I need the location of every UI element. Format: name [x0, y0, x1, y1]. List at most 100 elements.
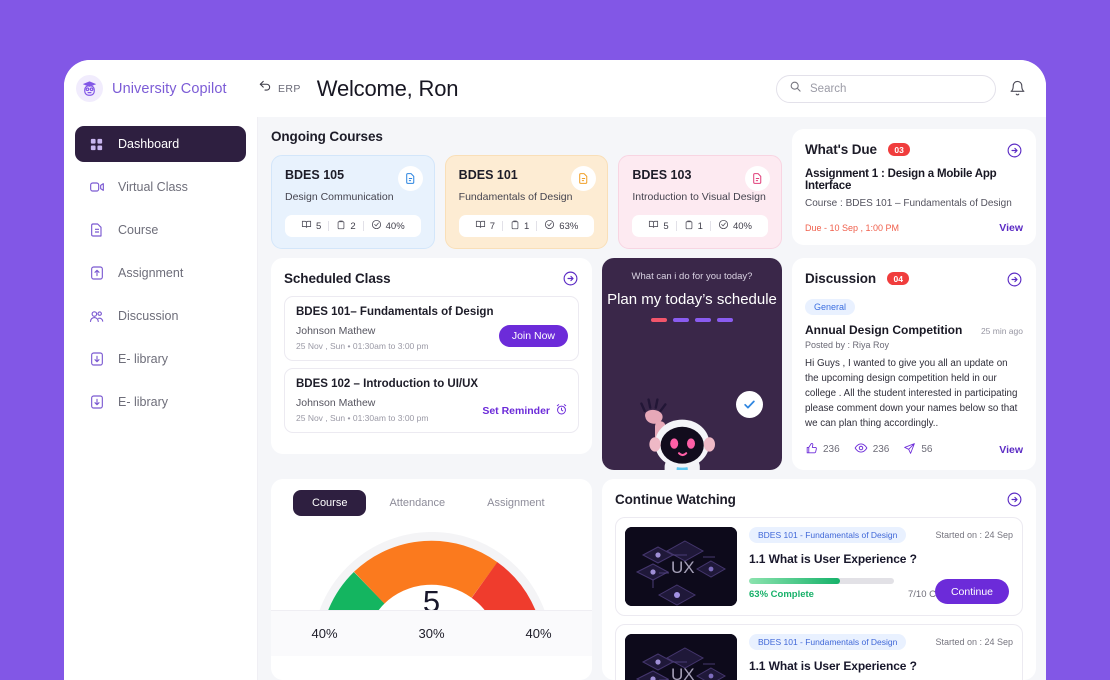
watch-course-chip: BDES 101 - Fundamentals of Design: [749, 527, 907, 544]
tab-assignment[interactable]: Assignment: [468, 490, 563, 516]
sidebar-item-e-library-2[interactable]: E- library: [75, 384, 246, 420]
watch-lesson-title: 1.1 What is User Experience ?: [749, 552, 917, 567]
brand[interactable]: University Copilot: [64, 75, 258, 102]
progress-percent-label: 63% Complete: [749, 589, 814, 601]
share-stat[interactable]: 56: [903, 442, 933, 458]
set-reminder-button[interactable]: Set Reminder: [482, 403, 568, 419]
watch-item[interactable]: UX BDES 101 - Fundamentals of Design Sta…: [615, 624, 1023, 680]
view-assignment-link[interactable]: View: [999, 222, 1023, 234]
discussion-post-title: Annual Design Competition: [805, 323, 963, 337]
check-circle-icon: [371, 219, 382, 233]
like-stat[interactable]: 236: [805, 442, 840, 458]
clipboard-icon: [336, 220, 346, 233]
whats-due-count-badge: 03: [888, 143, 910, 157]
ongoing-courses-list: BDES 105 Design Communication 5 2 40% BD…: [271, 155, 783, 249]
check-circle-icon: [544, 219, 555, 233]
scheduled-class-item: BDES 102 – Introduction to UI/UX Johnson…: [284, 368, 579, 433]
course-card[interactable]: BDES 103 Introduction to Visual Design 5…: [618, 155, 783, 249]
sidebar-item-discussion[interactable]: Discussion: [75, 298, 246, 334]
arrow-right-circle-icon[interactable]: [1006, 142, 1023, 159]
join-now-button[interactable]: Join Now: [498, 325, 568, 347]
tab-course[interactable]: Course: [293, 490, 367, 517]
divider: [328, 221, 330, 231]
whats-due-header: What's Due 03: [805, 141, 1023, 159]
continue-watching-title: Continue Watching: [615, 492, 736, 508]
gauge-legend-value-1: 40%: [311, 626, 338, 642]
continue-button[interactable]: Continue: [934, 579, 1009, 605]
gauge-legend-value-3: 40%: [525, 626, 552, 642]
sidebar-item-e-library-1[interactable]: E- library: [75, 341, 246, 377]
download-file-icon: [88, 394, 105, 411]
progress-bar: [749, 578, 894, 585]
ux-isometric-thumbnail: UX: [625, 634, 737, 680]
discussion-footer: 236 236 56 View: [805, 441, 1023, 458]
download-file-icon: [88, 351, 105, 368]
arrow-right-circle-icon[interactable]: [562, 270, 579, 287]
back-arrow-icon: [258, 79, 272, 98]
arrow-right-circle-icon[interactable]: [1006, 491, 1023, 508]
course-card[interactable]: BDES 105 Design Communication 5 2 40%: [271, 155, 435, 249]
sidebar-item-assignment[interactable]: Assignment: [75, 255, 246, 291]
ai-assistant-card[interactable]: What can i do for you today? Plan my tod…: [602, 258, 782, 471]
search-icon: [789, 80, 802, 98]
ai-dot: [717, 318, 733, 323]
document-icon: [88, 222, 105, 239]
discussion-header: Discussion 04: [805, 270, 1023, 288]
search-box[interactable]: [776, 74, 996, 103]
watch-item[interactable]: UX BDES 101 - Fundamentals of Design Sta…: [615, 517, 1023, 617]
sidebar-item-virtual-class[interactable]: Virtual Class: [75, 169, 246, 205]
divider: [675, 221, 677, 231]
discussion-timestamp: 25 min ago: [980, 326, 1023, 336]
progress-value: 40%: [385, 220, 405, 232]
scheduled-class-item: BDES 101– Fundamentals of Design Johnson…: [284, 296, 579, 361]
ai-headline: Plan my today’s schedule: [607, 291, 777, 308]
ai-progress-dots: [602, 318, 782, 323]
top-bar: University Copilot ERP Welcome, Ron: [64, 60, 1046, 117]
like-count: 236: [823, 444, 840, 456]
ai-dot: [651, 318, 667, 323]
note-icon: [397, 166, 423, 191]
books-count: 5: [316, 220, 322, 232]
sidebar-item-label: Course: [118, 223, 159, 237]
progress-stat: 40%: [718, 219, 752, 233]
app-window: University Copilot ERP Welcome, Ron Sear…: [64, 60, 1046, 680]
sidebar-item-label: Discussion: [118, 309, 179, 323]
courses-column: Ongoing Courses BDES 105 Design Communic…: [271, 129, 783, 249]
body: Dashboard Virtual Class Course Assignmen…: [64, 117, 1046, 680]
tab-attendance[interactable]: Attendance: [370, 490, 464, 516]
whats-due-column: What's Due 03 Assignment 1 : Design a Mo…: [792, 129, 1036, 249]
watch-course-chip: BDES 101 - Fundamentals of Design: [749, 634, 907, 651]
course-stats: 5 2 40%: [285, 215, 421, 237]
divider: [502, 221, 503, 231]
progress-value: 40%: [732, 220, 752, 232]
whats-due-card: What's Due 03 Assignment 1 : Design a Mo…: [792, 129, 1036, 245]
assignments-stat: 1: [684, 220, 703, 233]
bell-icon[interactable]: [1006, 78, 1028, 100]
grid-icon: [88, 136, 105, 153]
divider: [362, 221, 364, 231]
discussion-title-wrap: Discussion 04: [805, 270, 909, 288]
search-input[interactable]: [810, 82, 983, 95]
note-icon: [745, 166, 771, 191]
sidebar-item-course[interactable]: Course: [75, 212, 246, 248]
view-stat[interactable]: 236: [854, 441, 889, 458]
discussion-tag: General: [805, 299, 856, 315]
arrow-right-circle-icon[interactable]: [1006, 271, 1023, 288]
sidebar-item-dashboard[interactable]: Dashboard: [75, 126, 246, 162]
stats-panel: Course Attendance Assignment 5 40% 30% 4…: [271, 479, 592, 680]
erp-back-button[interactable]: ERP: [258, 79, 301, 98]
ai-question: What can i do for you today?: [631, 271, 753, 282]
progress-stat: 63%: [544, 219, 578, 233]
course-stats: 5 1 40%: [632, 215, 769, 237]
continue-watching-card: Continue Watching UX BDES 101 - Fundamen…: [602, 479, 1036, 680]
assignments-count: 1: [697, 220, 703, 232]
row-stats-watching: Course Attendance Assignment 5 40% 30% 4…: [271, 479, 1036, 680]
course-card[interactable]: BDES 101 Fundamentals of Design 7 1 63%: [444, 155, 609, 249]
books-stat: 5: [648, 219, 669, 233]
ai-dot: [695, 318, 711, 323]
book-icon: [648, 219, 659, 233]
books-stat: 5: [301, 219, 321, 233]
view-discussion-link[interactable]: View: [999, 444, 1023, 456]
erp-label: ERP: [278, 82, 301, 95]
assignments-count: 1: [524, 220, 530, 232]
